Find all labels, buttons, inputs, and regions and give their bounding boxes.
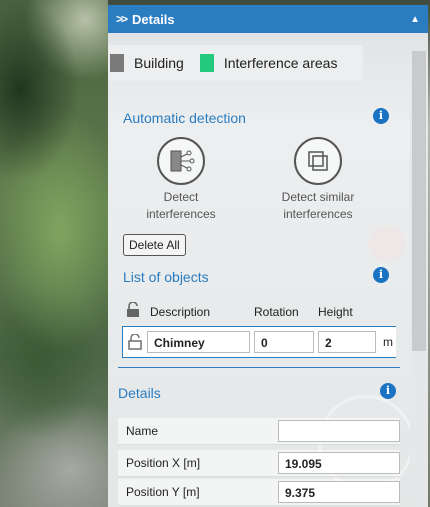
details-panel: >> Details ▲ Building Interference areas… <box>108 5 428 507</box>
lock-icon[interactable] <box>126 301 140 321</box>
automatic-detection-title: Automatic detection <box>123 110 246 126</box>
col-rotation: Rotation <box>254 305 299 319</box>
detect-interferences-icon <box>157 137 205 185</box>
name-label: Name <box>126 424 159 438</box>
scrollbar[interactable] <box>410 51 428 507</box>
collapse-chevrons-icon[interactable]: >> <box>116 12 128 26</box>
position-x-field[interactable]: 19.095 <box>278 452 400 474</box>
detect-similar-icon <box>294 137 342 185</box>
info-icon[interactable]: i <box>373 108 389 124</box>
legend-interference-label: Interference areas <box>223 55 338 71</box>
legend-building-label: Building <box>134 55 184 71</box>
detect-interferences-button[interactable]: Detect interferences <box>136 137 226 223</box>
detect-label-1: Detect <box>163 190 199 204</box>
similar-label-1: Detect similar <box>281 190 355 204</box>
scrollbar-thumb[interactable] <box>412 51 426 351</box>
position-y-field[interactable]: 9.375 <box>278 481 400 503</box>
legend: Building Interference areas <box>108 45 364 81</box>
position-x-label: Position X [m] <box>126 456 201 470</box>
panel-title: Details <box>132 11 175 27</box>
similar-label-2: interferences <box>283 207 353 221</box>
detect-similar-button[interactable]: Detect similar interferences <box>268 137 368 223</box>
name-field[interactable] <box>278 420 400 442</box>
detect-label-2: interferences <box>146 207 216 221</box>
description-field[interactable]: Chimney <box>147 331 250 353</box>
position-y-label: Position Y [m] <box>126 485 200 499</box>
interference-swatch <box>199 54 214 72</box>
delete-all-button[interactable]: Delete All <box>123 234 186 256</box>
col-description: Description <box>150 305 211 319</box>
height-field[interactable]: 2 <box>318 331 376 353</box>
panel-titlebar[interactable]: >> Details ▲ <box>108 5 428 33</box>
list-of-objects-title: List of objects <box>123 269 209 285</box>
height-unit: m <box>383 335 393 349</box>
caret-up-icon[interactable]: ▲ <box>410 14 420 25</box>
table-row[interactable]: Chimney 0 2 m <box>122 326 396 358</box>
unlock-icon[interactable] <box>128 333 142 353</box>
section-divider <box>118 367 400 368</box>
details-title: Details <box>118 385 161 401</box>
rotation-field[interactable]: 0 <box>254 331 314 353</box>
building-swatch <box>110 54 124 72</box>
col-height: Height <box>318 305 353 319</box>
info-icon[interactable]: i <box>380 383 396 399</box>
info-icon[interactable]: i <box>373 267 389 283</box>
